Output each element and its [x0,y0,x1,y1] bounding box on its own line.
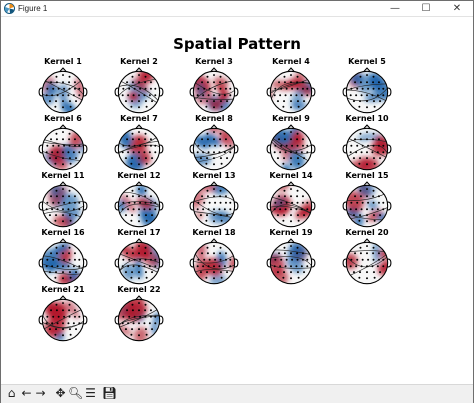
figure-title: Spatial Pattern [173,35,301,53]
kernel-title: Kernel 13 [192,171,236,180]
matplotlib-icon [4,3,15,14]
kernel-title: Kernel 21 [41,285,85,294]
kernel-topomap: Kernel 13 [182,171,246,231]
head-map [266,238,316,285]
forward-icon[interactable]: → [33,386,48,401]
head-map [114,238,164,285]
kernel-title: Kernel 15 [345,171,389,180]
kernel-topomap: Kernel 19 [259,228,323,288]
kernel-title: Kernel 7 [120,114,158,123]
head-map [266,181,316,228]
kernel-topomap: Kernel 6 [31,114,95,174]
kernel-topomap: Kernel 7 [107,114,171,174]
kernel-topomap: Kernel 9 [259,114,323,174]
kernel-title: Kernel 2 [120,57,158,66]
head-map [189,238,239,285]
kernel-title: Kernel 6 [44,114,82,123]
kernel-topomap: Kernel 1 [31,57,95,117]
figure-window: Figure 1 — ☐ ✕ Spatial Pattern Kernel 1 K… [0,0,474,403]
kernel-topomap: Kernel 18 [182,228,246,288]
head-map [342,181,392,228]
activation-field [346,128,388,170]
activation-field [346,185,388,227]
kernel-title: Kernel 20 [345,228,389,237]
configure-subplots-icon[interactable]: ☰ [83,386,98,401]
kernel-topomap: Kernel 5 [335,57,399,117]
kernel-title: Kernel 8 [195,114,233,123]
activation-field [193,128,235,170]
window-title: Figure 1 [18,4,48,13]
kernel-title: Kernel 19 [269,228,313,237]
kernel-title: Kernel 4 [272,57,310,66]
head-map [38,67,88,114]
zoom-icon[interactable]: 🔍︎ [68,386,83,401]
kernel-title: Kernel 11 [41,171,85,180]
title-bar[interactable]: Figure 1 — ☐ ✕ [1,1,473,17]
head-map [114,181,164,228]
head-map [38,181,88,228]
head-map [189,181,239,228]
figure-canvas[interactable]: Spatial Pattern Kernel 1 Kernel 2 Kernel 3… [1,17,473,383]
head-map [114,67,164,114]
kernel-title: Kernel 1 [44,57,82,66]
navigation-toolbar: ⌂ ← → ✥ 🔍︎ ☰ 💾︎ [1,384,473,403]
kernel-topomap: Kernel 14 [259,171,323,231]
kernel-topomap: Kernel 22 [107,285,171,345]
kernel-topomap: Kernel 20 [335,228,399,288]
kernel-title: Kernel 17 [117,228,161,237]
activation-field [42,299,84,341]
kernel-title: Kernel 10 [345,114,389,123]
kernel-topomap: Kernel 17 [107,228,171,288]
kernel-title: Kernel 3 [195,57,233,66]
kernel-title: Kernel 18 [192,228,236,237]
head-map [342,124,392,171]
minimize-button[interactable]: — [381,1,409,16]
kernel-title: Kernel 16 [41,228,85,237]
home-icon[interactable]: ⌂ [4,386,19,401]
kernel-topomap: Kernel 8 [182,114,246,174]
kernel-topomap: Kernel 2 [107,57,171,117]
kernel-topomap: Kernel 12 [107,171,171,231]
kernel-title: Kernel 12 [117,171,161,180]
kernel-topomap: Kernel 15 [335,171,399,231]
kernel-topomap: Kernel 10 [335,114,399,174]
save-icon[interactable]: 💾︎ [102,386,117,401]
kernel-topomap: Kernel 4 [259,57,323,117]
kernel-title: Kernel 9 [272,114,310,123]
head-map [266,124,316,171]
kernel-topomap: Kernel 16 [31,228,95,288]
head-map [38,238,88,285]
head-map [266,67,316,114]
activation-field [42,185,84,227]
kernel-topomap: Kernel 11 [31,171,95,231]
activation-field [270,242,312,284]
kernel-topomap: Kernel 21 [31,285,95,345]
head-map [38,124,88,171]
kernel-title: Kernel 14 [269,171,313,180]
back-icon[interactable]: ← [19,386,34,401]
kernel-title: Kernel 22 [117,285,161,294]
head-map [38,295,88,342]
head-map [189,67,239,114]
kernel-title: Kernel 5 [348,57,386,66]
close-button[interactable]: ✕ [443,1,471,16]
pan-icon[interactable]: ✥ [53,386,68,401]
activation-field [42,71,84,113]
head-map [189,124,239,171]
head-map [342,238,392,285]
head-map [114,295,164,342]
activation-field [270,128,312,170]
maximize-button[interactable]: ☐ [412,1,440,16]
head-map [114,124,164,171]
head-map [342,67,392,114]
activation-field [42,128,84,170]
kernel-topomap: Kernel 3 [182,57,246,117]
